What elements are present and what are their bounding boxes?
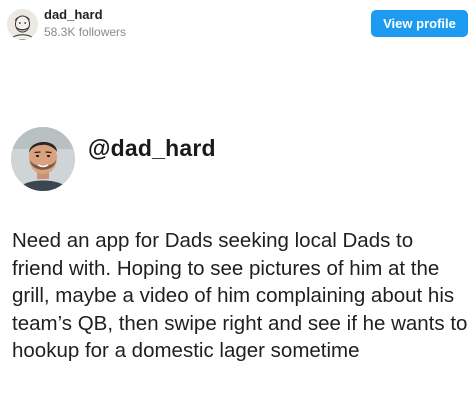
- profile-header: dad_hard 58.3K followers View profile: [0, 0, 474, 52]
- view-profile-button[interactable]: View profile: [371, 10, 468, 37]
- account-name[interactable]: dad_hard: [44, 7, 103, 22]
- follower-count: 58.3K followers: [44, 25, 127, 39]
- avatar-sketch-icon[interactable]: [7, 9, 38, 40]
- tweet-text: Need an app for Dads seeking local Dads …: [12, 229, 468, 363]
- tweet-handle[interactable]: @dad_hard: [88, 135, 216, 162]
- profile-photo[interactable]: [11, 127, 75, 191]
